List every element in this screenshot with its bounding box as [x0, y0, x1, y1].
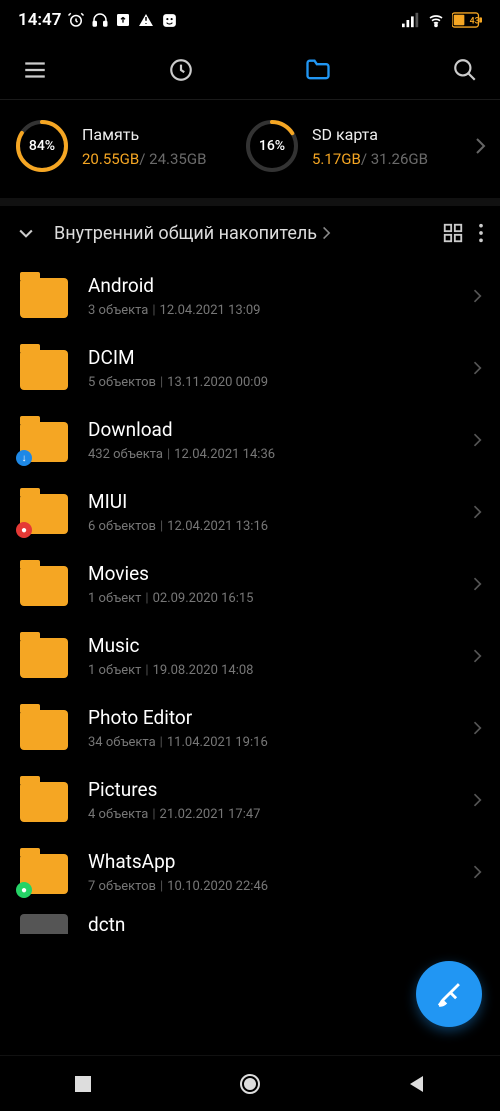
path-bar: Внутренний общий накопитель	[0, 206, 500, 260]
folder-list: Android 3 объекта|12.04.2021 13:09 DCIM 5 о…	[0, 260, 500, 908]
storage-chevron-icon[interactable]	[474, 136, 486, 156]
signal-icon	[402, 12, 420, 28]
collapse-icon[interactable]	[16, 223, 36, 243]
folder-name: DCIM	[88, 346, 452, 369]
warning-icon	[137, 11, 155, 29]
folder-icon: ●	[20, 850, 68, 894]
folder-icon	[20, 778, 68, 822]
folder-icon	[20, 346, 68, 390]
folder-icon	[20, 562, 68, 606]
list-item[interactable]: Photo Editor 34 объекта|11.04.2021 19:16	[0, 692, 500, 764]
folder-name: Download	[88, 418, 452, 441]
list-item-partial[interactable]: dctn	[0, 908, 500, 934]
list-item[interactable]: ● WhatsApp 7 объектов|10.10.2020 22:46	[0, 836, 500, 908]
chevron-right-icon	[472, 431, 482, 449]
chevron-right-icon	[472, 791, 482, 809]
face-icon	[161, 12, 178, 29]
wifi-icon	[426, 12, 446, 28]
download-badge-icon: ↓	[16, 450, 32, 466]
breadcrumb[interactable]: Внутренний общий накопитель	[50, 223, 428, 244]
folder-icon	[20, 274, 68, 318]
list-item[interactable]: Movies 1 объект|02.09.2020 16:15	[0, 548, 500, 620]
whatsapp-badge-icon: ●	[16, 882, 32, 898]
more-icon[interactable]	[478, 222, 484, 244]
app-toolbar	[0, 40, 500, 100]
system-navbar	[0, 1055, 500, 1111]
storage-overview[interactable]: 84% Память 20.55GB/ 24.35GB 16% SD карта…	[0, 100, 500, 206]
chevron-right-icon	[472, 647, 482, 665]
chevron-right-icon	[472, 503, 482, 521]
list-item[interactable]: ● MIUI 6 объектов|12.04.2021 13:16	[0, 476, 500, 548]
chevron-right-icon	[472, 863, 482, 881]
clean-fab[interactable]	[416, 961, 482, 1027]
storage-sd[interactable]: 16% SD карта 5.17GB/ 31.26GB	[244, 118, 466, 174]
list-item[interactable]: Android 3 объекта|12.04.2021 13:09	[0, 260, 500, 332]
file-icon	[20, 914, 68, 934]
svg-text:43: 43	[470, 17, 480, 27]
folder-meta: 3 объекта|12.04.2021 13:09	[88, 303, 452, 318]
sd-usage-ring: 16%	[244, 118, 300, 174]
list-item[interactable]: Music 1 объект|19.08.2020 14:08	[0, 620, 500, 692]
chevron-right-icon	[472, 575, 482, 593]
folder-meta: 5 объектов|13.11.2020 00:09	[88, 375, 452, 390]
chevron-right-icon	[472, 359, 482, 377]
folder-meta: 1 объект|02.09.2020 16:15	[88, 591, 452, 606]
folder-icon	[20, 634, 68, 678]
folder-name: WhatsApp	[88, 850, 452, 873]
folder-meta: 4 объекта|21.02.2021 17:47	[88, 807, 452, 822]
folder-meta: 6 объектов|12.04.2021 13:16	[88, 519, 452, 534]
back-button[interactable]	[407, 1074, 427, 1094]
folder-meta: 1 объект|19.08.2020 14:08	[88, 663, 452, 678]
recents-button[interactable]	[73, 1074, 93, 1094]
folder-meta: 34 объекта|11.04.2021 19:16	[88, 735, 452, 750]
folder-meta: 7 объектов|10.10.2020 22:46	[88, 879, 452, 894]
folder-tab-icon[interactable]	[304, 56, 332, 84]
sd-label: SD карта	[312, 125, 428, 144]
internal-sizes: 20.55GB/ 24.35GB	[82, 150, 206, 168]
chevron-right-icon	[472, 287, 482, 305]
folder-icon	[20, 706, 68, 750]
miui-badge-icon: ●	[16, 522, 32, 538]
storage-internal[interactable]: 84% Память 20.55GB/ 24.35GB	[14, 118, 236, 174]
folder-name: Music	[88, 634, 452, 657]
status-bar: 14:47 43	[0, 0, 500, 40]
internal-label: Память	[82, 125, 206, 144]
chevron-right-icon	[472, 719, 482, 737]
headphones-icon	[91, 11, 109, 29]
folder-name: Movies	[88, 562, 452, 585]
folder-icon: ↓	[20, 418, 68, 462]
status-time: 14:47	[18, 10, 61, 30]
folder-name: Photo Editor	[88, 706, 452, 729]
sd-sizes: 5.17GB/ 31.26GB	[312, 150, 428, 168]
list-item[interactable]: Pictures 4 объекта|21.02.2021 17:47	[0, 764, 500, 836]
folder-name: Pictures	[88, 778, 452, 801]
folder-name: MIUI	[88, 490, 452, 513]
folder-meta: 432 объекта|12.04.2021 14:36	[88, 447, 452, 462]
alarm-icon	[67, 11, 85, 29]
battery-icon: 43	[452, 12, 482, 28]
folder-name: dctn	[88, 913, 482, 935]
menu-icon[interactable]	[22, 57, 48, 83]
grid-view-icon[interactable]	[442, 222, 464, 244]
home-button[interactable]	[238, 1072, 262, 1096]
internal-usage-ring: 84%	[14, 118, 70, 174]
list-item[interactable]: DCIM 5 объектов|13.11.2020 00:09	[0, 332, 500, 404]
search-icon[interactable]	[452, 57, 478, 83]
folder-name: Android	[88, 274, 452, 297]
upload-icon	[115, 12, 131, 28]
folder-icon: ●	[20, 490, 68, 534]
status-left: 14:47	[18, 10, 178, 30]
list-item[interactable]: ↓ Download 432 объекта|12.04.2021 14:36	[0, 404, 500, 476]
recent-icon[interactable]	[168, 57, 194, 83]
status-right: 43	[402, 12, 482, 28]
